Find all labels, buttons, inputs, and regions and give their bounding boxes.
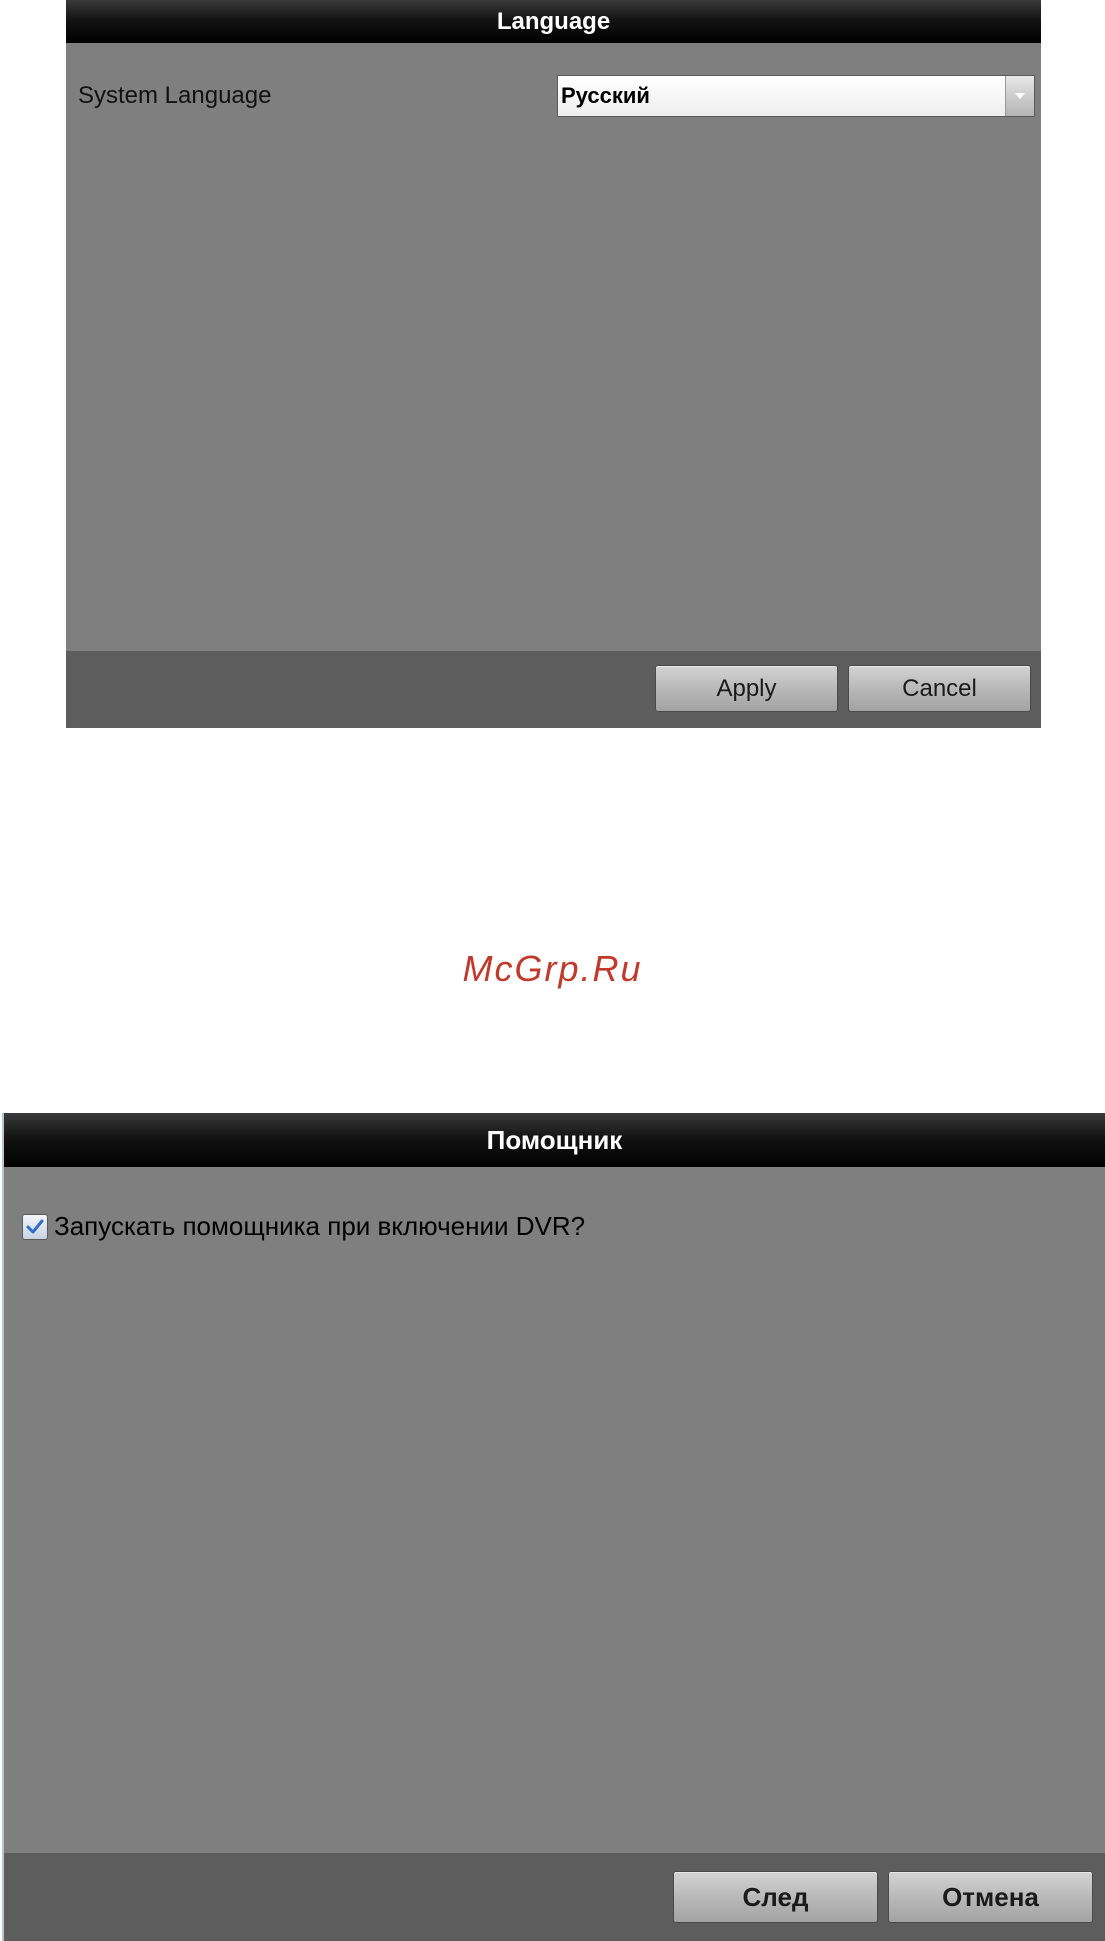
wizard-cancel-button[interactable]: Отмена [888,1871,1093,1923]
start-wizard-checkbox[interactable] [22,1213,48,1240]
system-language-label: System Language [78,82,272,109]
chevron-down-icon[interactable] [1005,76,1034,116]
watermark: McGrp.Ru [462,948,643,989]
start-wizard-label: Запускать помощника при включении DVR? [54,1211,586,1241]
start-wizard-option[interactable]: Запускать помощника при включении DVR? [22,1211,585,1242]
language-dialog: Language System Language Русский Apply C… [66,0,1041,728]
apply-button[interactable]: Apply [655,665,838,712]
wizard-dialog-title: Помощник [4,1113,1105,1167]
checkmark-icon [26,1219,44,1233]
next-button[interactable]: След [673,1871,878,1923]
wizard-dialog: Помощник Запускать помощника при включен… [2,1113,1105,1941]
cancel-button[interactable]: Cancel [848,665,1031,712]
language-dialog-title: Language [66,0,1041,43]
system-language-value: Русский [561,83,650,108]
system-language-select[interactable]: Русский [557,75,1035,117]
